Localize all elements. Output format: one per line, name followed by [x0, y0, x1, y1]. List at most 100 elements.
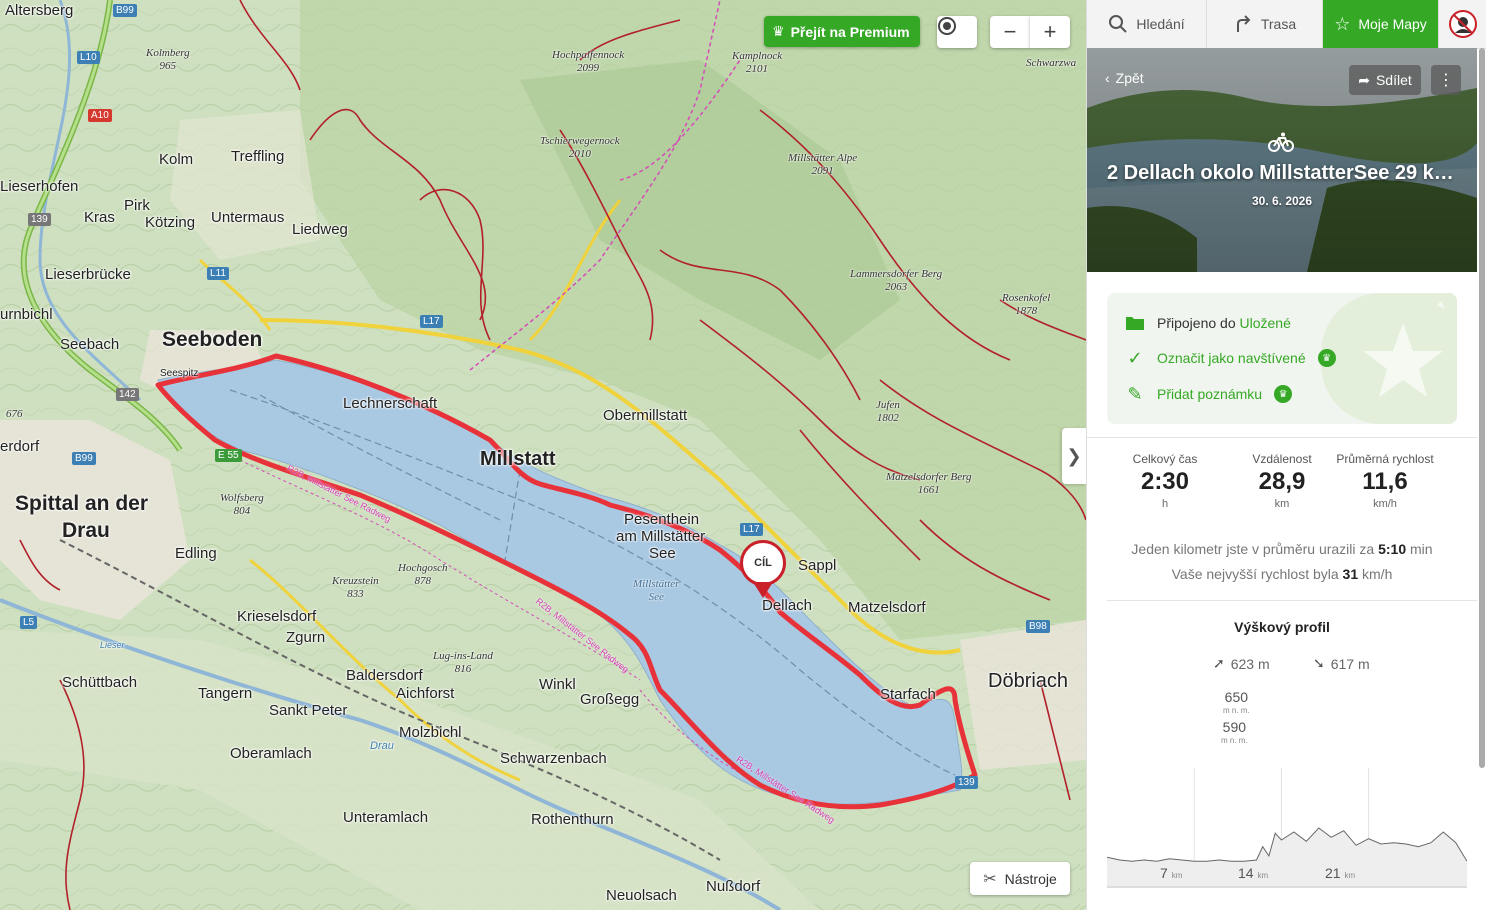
more-button[interactable]: ⋮ — [1431, 65, 1461, 95]
arrow-up-right-icon: ➚ — [1213, 655, 1225, 671]
tab-route-label: Trasa — [1260, 16, 1297, 32]
tab-route[interactable]: Trasa — [1207, 0, 1323, 48]
place-label: Lechnerschaft — [343, 395, 438, 412]
connected-folder: Připojeno do Uložené — [1125, 313, 1291, 333]
place-label: Obermillstatt — [603, 407, 688, 424]
road-shield: L11 — [207, 267, 229, 280]
elevation-min-label: 590 m n. m. — [1221, 720, 1248, 748]
route-date: 30. 6. 2026 — [1251, 194, 1313, 208]
stat-avg-speed: Průměrná rychlost 11,6 km/h — [1325, 452, 1445, 510]
road-shield: 142 — [116, 388, 139, 401]
add-note-button[interactable]: ✎ Přidat poznámku ♛ — [1125, 383, 1293, 404]
stat-value: 28,9 — [1258, 468, 1306, 495]
stat-total-time: Celkový čas 2:30 h — [1105, 452, 1225, 510]
stat-label: Celkový čas — [1132, 452, 1198, 466]
descent-text: 617 m — [1330, 655, 1370, 672]
more-vertical-icon: ⋮ — [1438, 72, 1454, 89]
place-label: Döbriach — [988, 670, 1069, 692]
stat-unit: km/h — [1373, 498, 1397, 510]
peak-label: Kreuzstein 833 — [332, 575, 379, 600]
locate-button[interactable] — [937, 16, 977, 48]
place-label: Untermaus — [211, 209, 285, 226]
place-label: Matzelsdorf — [848, 599, 926, 616]
connected-folder-link[interactable]: Uložené — [1240, 315, 1291, 331]
place-label: Tangern — [198, 685, 253, 702]
premium-button[interactable]: ♛ Přejít na Premium — [764, 16, 920, 47]
route-actions: Připojeno do Uložené ✓ Označit jako navš… — [1107, 293, 1457, 424]
tools-icon: ✂ — [983, 870, 997, 888]
tab-my-maps[interactable]: ☆ Moje Mapy — [1323, 0, 1439, 48]
stat-label: Vzdálenost — [1252, 452, 1312, 466]
avatar[interactable] — [1439, 0, 1486, 48]
zoom-in-button[interactable]: + — [1030, 16, 1070, 48]
peak-label: 676 — [6, 408, 23, 420]
elevation-max-value: 650 — [1224, 689, 1249, 705]
route-hero: ‹ Zpět ➦ Sdílet ⋮ 2 Dellach okolo Millst… — [1087, 48, 1477, 272]
place-label: erdorf — [0, 438, 40, 455]
stat-unit: h — [1161, 498, 1169, 510]
place-label: urnbichl — [0, 306, 53, 323]
km-tick-value: 14 — [1238, 865, 1254, 881]
folder-icon — [1125, 313, 1145, 333]
add-note-label: Přidat poznámku — [1157, 386, 1263, 402]
road-shield: B99 — [113, 4, 137, 17]
river-label: Lieser — [100, 640, 125, 650]
place-label: Neuolsach — [606, 887, 677, 904]
share-button[interactable]: ➦ Sdílet — [1349, 65, 1421, 95]
road-shield: 139 — [955, 776, 978, 789]
max-speed-info: Vaše nejvyšší rychlost byla 31 km/h — [1087, 566, 1477, 582]
collapse-panel-button[interactable]: ❯ — [1062, 428, 1086, 484]
peak-label: Jufen 1802 — [876, 399, 900, 424]
peak-label: Kolmberg 965 — [146, 47, 190, 72]
peak-label: Kamplnock 2101 — [732, 50, 783, 75]
route-title: 2 Dellach okolo MillstatterSee 29 k… — [1107, 162, 1454, 184]
side-panel: Hledání Trasa ☆ Moje Mapy ‹ Zpět ➦ Sdíle… — [1086, 0, 1486, 910]
elevation-unit: m n. m. — [1221, 736, 1248, 745]
place-label: Kras — [84, 209, 115, 226]
elevation-unit: m n. m. — [1223, 706, 1250, 715]
stat-value: 2:30 — [1140, 468, 1190, 495]
finish-marker[interactable]: CÍL — [740, 540, 786, 586]
tab-my-maps-label: Moje Mapy — [1358, 16, 1427, 32]
place-label: Rothenthurn — [531, 811, 614, 828]
top-nav: Hledání Trasa ☆ Moje Mapy — [1087, 0, 1486, 49]
finish-marker-pin — [753, 582, 773, 598]
map-view[interactable]: B99 L10 A10 139 L11 L17 142 E 55 B99 L5 … — [0, 0, 1086, 910]
mark-visited-button[interactable]: ✓ Označit jako navštívené ♛ — [1125, 348, 1336, 368]
peak-label: Rosenkofel 1878 — [1002, 292, 1051, 317]
stat-distance: Vzdálenost 28,9 km — [1222, 452, 1342, 510]
place-label: Kötzing — [145, 214, 196, 231]
profile-title: Výškový profil — [1234, 619, 1330, 635]
place-label: Kolm — [159, 151, 194, 168]
back-button[interactable]: ‹ Zpět — [1105, 70, 1144, 86]
road-shield: 139 — [28, 213, 51, 226]
road-shield: L17 — [420, 315, 443, 328]
tab-search[interactable]: Hledání — [1087, 0, 1207, 48]
bike-icon — [1268, 132, 1294, 158]
place-label: Oberamlach — [230, 745, 312, 762]
km-tick: 7 km — [1160, 865, 1182, 881]
ascent-value: ➚ 623 m — [1213, 655, 1270, 672]
km-tick: 14 km — [1238, 865, 1268, 881]
place-label: Schüttbach — [62, 674, 138, 691]
decor-star — [1321, 293, 1457, 424]
edit-icon: ✎ — [1127, 383, 1143, 404]
tools-label: Nástroje — [1004, 870, 1057, 887]
divider — [1087, 437, 1477, 438]
road-shield: L10 — [77, 51, 100, 64]
locate-icon — [938, 17, 956, 35]
river-label: Drau — [370, 740, 394, 752]
peak-label: Lammersdorfer Berg 2063 — [850, 268, 943, 293]
tools-button[interactable]: ✂ Nástroje — [970, 862, 1070, 895]
road-shield: B98 — [1026, 620, 1050, 633]
star-icon: ☆ — [1334, 13, 1351, 34]
place-label: Edling — [175, 545, 217, 562]
peak-label: Hochgosch 878 — [398, 562, 448, 587]
search-icon — [1109, 15, 1128, 33]
place-label: Spittal an der — [15, 492, 149, 515]
scrollbar[interactable] — [1479, 48, 1485, 768]
tab-search-label: Hledání — [1136, 16, 1185, 32]
zoom-out-button[interactable]: − — [990, 16, 1030, 48]
road-shield: E 55 — [215, 449, 242, 462]
peak-label: Hochpalfennock 2099 — [552, 49, 625, 74]
